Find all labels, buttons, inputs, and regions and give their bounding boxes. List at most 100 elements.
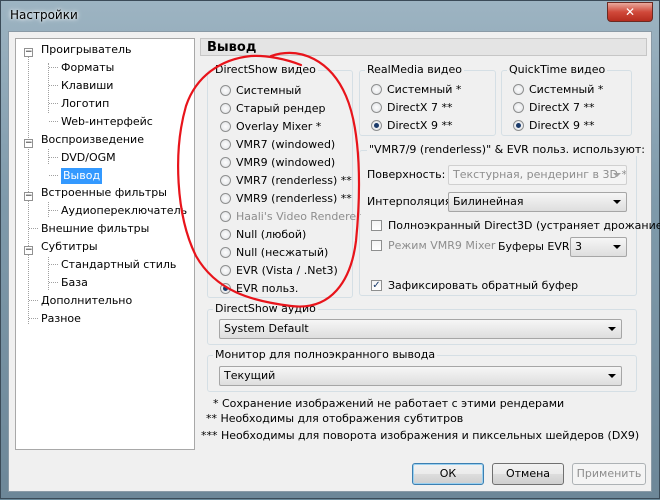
radio-ds-system[interactable]: Системный — [220, 84, 301, 98]
tree-connector — [49, 210, 58, 211]
chevron-down-icon — [613, 173, 621, 177]
tree-item-database[interactable]: База — [61, 275, 88, 291]
radio-ds-vmr9-renderless[interactable]: VMR9 (renderless) ** — [220, 192, 352, 206]
tree-item-logo[interactable]: Логотип — [61, 96, 109, 112]
tree-connector — [49, 157, 58, 158]
note-line-3: *** Необходимы для поворота изображения … — [201, 429, 640, 442]
checkmark-icon: ✓ — [371, 280, 382, 291]
cancel-button[interactable]: Отмена — [492, 463, 564, 485]
radio-ds-overlay-mixer[interactable]: Overlay Mixer * — [220, 120, 321, 134]
vmr-settings-group: "VMR7/9 (renderless)" & EVR польз. испол… — [359, 143, 660, 296]
directshow-video-group: DirectShow видео Системный Старый рендер… — [207, 63, 361, 298]
vmr9-mixer-checkbox[interactable]: Режим VMR9 Mixer — [371, 239, 495, 253]
group-label: DirectShow видео — [213, 63, 318, 76]
quicktime-video-group: QuickTime видео Системный * DirectX 7 **… — [501, 63, 632, 136]
collapse-icon[interactable]: − — [24, 192, 33, 201]
tree-item-web-interface[interactable]: Web-интерфейс — [61, 114, 153, 130]
collapse-icon[interactable]: − — [24, 246, 33, 255]
tree-connector — [29, 300, 38, 301]
note-line-2: ** Необходимы для отображения субтитров — [206, 412, 464, 425]
audio-device-select[interactable]: System Default — [219, 319, 622, 339]
interpolation-value: Билинейная — [453, 195, 524, 208]
radio-rm-system[interactable]: Системный * — [371, 83, 461, 97]
surface-label: Поверхность: — [367, 168, 446, 181]
note-line-1: * Сохранение изображений не работает с э… — [213, 397, 565, 410]
lock-backbuffer-label: Зафиксировать обратный буфер — [388, 279, 579, 292]
collapse-icon[interactable]: − — [24, 48, 33, 57]
settings-tree: − Проигрыватель Форматы Клавиши Логотип … — [15, 38, 195, 450]
chevron-down-icon — [613, 200, 621, 204]
tree-connector — [49, 121, 58, 122]
radio-qt-directx7[interactable]: DirectX 7 ** — [513, 101, 594, 115]
tree-connector — [48, 257, 49, 290]
evr-buffers-value: 3 — [575, 240, 582, 253]
radio-ds-evr-custom[interactable]: EVR польз. — [220, 282, 298, 296]
tree-connector — [29, 228, 38, 229]
fullscreen-monitor-select[interactable]: Текущий — [219, 366, 622, 386]
tree-connector — [49, 264, 58, 265]
ok-button[interactable]: ОК — [412, 463, 484, 485]
tree-item-output[interactable]: Вывод — [61, 168, 103, 184]
radio-ds-vmr7-windowed[interactable]: VMR7 (windowed) — [220, 138, 335, 152]
radio-qt-directx9[interactable]: DirectX 9 ** — [513, 119, 594, 133]
tree-item-dvd-ogm[interactable]: DVD/OGM — [61, 150, 116, 166]
page-title: Вывод — [200, 38, 647, 56]
tree-item-misc[interactable]: Разное — [41, 311, 81, 327]
group-label: Монитор для полноэкранного вывода — [213, 348, 438, 361]
tree-item-player[interactable]: Проигрыватель — [41, 42, 132, 58]
close-button[interactable]: ✕ — [607, 2, 653, 22]
radio-ds-null-any[interactable]: Null (любой) — [220, 228, 306, 242]
chevron-down-icon — [613, 245, 621, 249]
title-bar[interactable]: Настройки ✕ — [1, 1, 659, 31]
surface-value: Текстурная, рендеринг в 3D ** — [453, 168, 627, 181]
directshow-audio-group: DirectShow аудио System Default — [207, 302, 637, 345]
group-label: DirectShow аудио — [213, 302, 318, 315]
radio-qt-system[interactable]: Системный * — [513, 83, 603, 97]
apply-button[interactable]: Применить — [572, 463, 646, 485]
tree-item-playback[interactable]: Воспроизведение — [41, 132, 144, 148]
vmr9-mixer-label: Режим VMR9 Mixer — [388, 239, 496, 252]
dialog-client: − Проигрыватель Форматы Клавиши Логотип … — [8, 31, 660, 492]
radio-ds-null-uncompressed[interactable]: Null (несжатый) — [220, 246, 328, 260]
radio-rm-directx9[interactable]: DirectX 9 ** — [371, 119, 452, 133]
tree-connector — [49, 67, 58, 68]
group-label: RealMedia видео — [365, 63, 464, 76]
tree-item-external-filters[interactable]: Внешние фильтры — [41, 221, 149, 237]
realmedia-video-group: RealMedia видео Системный * DirectX 7 **… — [359, 63, 496, 136]
fullscreen-monitor-value: Текущий — [224, 369, 276, 382]
interpolation-label: Интерполяция: — [367, 195, 456, 208]
chevron-down-icon — [608, 374, 616, 378]
radio-ds-vmr9-windowed[interactable]: VMR9 (windowed) — [220, 156, 335, 170]
checkbox-box — [371, 240, 382, 251]
surface-select[interactable]: Текстурная, рендеринг в 3D ** — [448, 165, 627, 185]
tree-connector — [49, 282, 58, 283]
radio-ds-haali[interactable]: Haali's Video Renderer — [220, 210, 361, 224]
interpolation-select[interactable]: Билинейная — [448, 192, 627, 212]
group-label: "VMR7/9 (renderless)" & EVR польз. испол… — [367, 143, 647, 156]
tree-connector — [28, 53, 29, 324]
tree-item-keys[interactable]: Клавиши — [61, 78, 113, 94]
tree-connector — [49, 175, 58, 176]
fullscreen-d3d-checkbox[interactable]: Полноэкранный Direct3D (устраняет дрожан… — [371, 219, 660, 233]
fullscreen-monitor-group: Монитор для полноэкранного вывода Текущи… — [207, 348, 637, 392]
close-icon: ✕ — [624, 5, 636, 19]
group-label: QuickTime видео — [507, 63, 608, 76]
tree-item-audio-switcher[interactable]: Аудиопереключатель — [61, 203, 187, 219]
radio-ds-evr[interactable]: EVR (Vista / .Net3) — [220, 264, 338, 278]
window-title: Настройки — [10, 8, 78, 22]
lock-backbuffer-checkbox[interactable]: ✓ Зафиксировать обратный буфер — [371, 279, 578, 293]
tree-item-default-style[interactable]: Стандартный стиль — [61, 257, 176, 273]
checkbox-box — [371, 220, 382, 231]
tree-connector — [48, 63, 49, 113]
tree-item-advanced[interactable]: Дополнительно — [41, 293, 132, 309]
evr-buffers-select[interactable]: 3 — [570, 237, 627, 257]
tree-item-formats[interactable]: Форматы — [61, 60, 114, 76]
tree-connector — [49, 103, 58, 104]
radio-ds-old-renderer[interactable]: Старый рендер — [220, 102, 325, 116]
tree-item-subtitles[interactable]: Субтитры — [41, 239, 98, 255]
tree-item-internal-filters[interactable]: Встроенные фильтры — [41, 185, 167, 201]
radio-ds-vmr7-renderless[interactable]: VMR7 (renderless) ** — [220, 174, 352, 188]
collapse-icon[interactable]: − — [24, 139, 33, 148]
radio-rm-directx7[interactable]: DirectX 7 ** — [371, 101, 452, 115]
tree-connector — [29, 318, 38, 319]
